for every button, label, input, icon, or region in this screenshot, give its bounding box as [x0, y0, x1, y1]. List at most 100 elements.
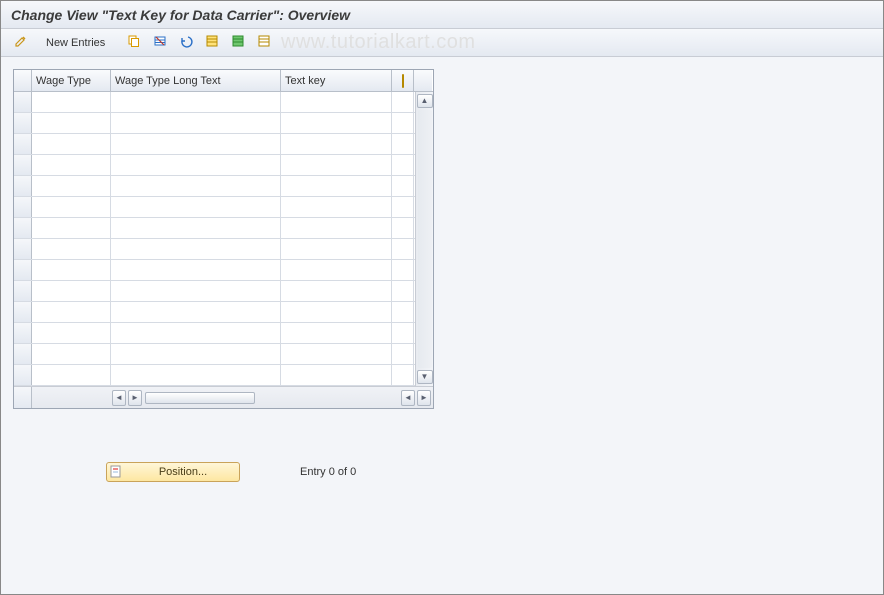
cell-wage-type-long-text[interactable] [111, 344, 281, 364]
cell-wage-type[interactable] [32, 134, 111, 154]
horizontal-scroll-thumb[interactable] [145, 392, 255, 404]
copy-icon [127, 34, 141, 51]
scroll-right2-button[interactable]: ► [417, 390, 431, 406]
scroll-up-button[interactable]: ▲ [417, 94, 433, 108]
cell-wage-type[interactable] [32, 323, 111, 343]
scroll-down-button[interactable]: ▼ [417, 370, 433, 384]
cell-text-key[interactable] [281, 134, 392, 154]
triangle-left-icon: ◄ [115, 394, 123, 402]
cell-wage-type-long-text[interactable] [111, 197, 281, 217]
cell-text-key[interactable] [281, 155, 392, 175]
table-row [14, 197, 415, 218]
table-row [14, 239, 415, 260]
row-selector-header[interactable] [14, 70, 32, 91]
cell-wage-type[interactable] [32, 302, 111, 322]
cell-wage-type[interactable] [32, 92, 111, 112]
row-selector[interactable] [14, 134, 32, 154]
scroll-right-button[interactable]: ◄ [401, 390, 415, 406]
main-toolbar: New Entries www.tutorialkart.com [1, 29, 883, 57]
cell-text-key[interactable] [281, 323, 392, 343]
triangle-left-icon: ◄ [404, 394, 412, 402]
row-selector[interactable] [14, 281, 32, 301]
cell-wage-type[interactable] [32, 197, 111, 217]
select-all-button[interactable] [202, 33, 222, 53]
table-settings-button[interactable] [392, 70, 414, 91]
page-title: Change View "Text Key for Data Carrier":… [11, 7, 350, 23]
deselect-all-button[interactable] [254, 33, 274, 53]
horizontal-scrollbar[interactable]: ◄ ► ◄ ► [32, 387, 433, 408]
cell-text-key[interactable] [281, 239, 392, 259]
cell-trailing [392, 176, 414, 196]
cell-wage-type-long-text[interactable] [111, 155, 281, 175]
cell-text-key[interactable] [281, 218, 392, 238]
cell-wage-type-long-text[interactable] [111, 260, 281, 280]
row-selector[interactable] [14, 365, 32, 385]
col-header-wage-type[interactable]: Wage Type [32, 70, 111, 91]
vertical-scroll-track[interactable] [418, 110, 432, 368]
cell-wage-type[interactable] [32, 365, 111, 385]
scroll-left2-button[interactable]: ► [128, 390, 142, 406]
row-selector[interactable] [14, 197, 32, 217]
horizontal-scrollbar-row: ◄ ► ◄ ► [14, 386, 433, 408]
cell-wage-type-long-text[interactable] [111, 281, 281, 301]
cell-text-key[interactable] [281, 281, 392, 301]
position-button[interactable]: Position... [106, 462, 240, 482]
cell-text-key[interactable] [281, 302, 392, 322]
cell-wage-type[interactable] [32, 260, 111, 280]
copy-button[interactable] [124, 33, 144, 53]
scroll-left-button[interactable]: ◄ [112, 390, 126, 406]
cell-wage-type[interactable] [32, 176, 111, 196]
row-selector[interactable] [14, 92, 32, 112]
cell-wage-type[interactable] [32, 155, 111, 175]
col-header-wage-type-long-text[interactable]: Wage Type Long Text [111, 70, 281, 91]
delete-row-button[interactable] [150, 33, 170, 53]
new-entries-button[interactable]: New Entries [37, 32, 114, 53]
toggle-display-change-button[interactable] [11, 33, 31, 53]
new-entries-label: New Entries [46, 37, 105, 49]
cell-text-key[interactable] [281, 92, 392, 112]
cell-wage-type-long-text[interactable] [111, 323, 281, 343]
cell-trailing [392, 113, 414, 133]
watermark-text: www.tutorialkart.com [281, 31, 476, 54]
cell-wage-type[interactable] [32, 113, 111, 133]
row-selector[interactable] [14, 323, 32, 343]
cell-text-key[interactable] [281, 176, 392, 196]
row-selector[interactable] [14, 113, 32, 133]
row-selector[interactable] [14, 176, 32, 196]
cell-wage-type-long-text[interactable] [111, 113, 281, 133]
cell-trailing [392, 302, 414, 322]
row-selector[interactable] [14, 260, 32, 280]
content-area: Wage Type Wage Type Long Text Text key ▲… [1, 57, 883, 594]
cell-text-key[interactable] [281, 344, 392, 364]
cell-text-key[interactable] [281, 197, 392, 217]
cell-wage-type[interactable] [32, 218, 111, 238]
position-button-label: Position... [130, 466, 236, 478]
cell-wage-type[interactable] [32, 239, 111, 259]
cell-wage-type-long-text[interactable] [111, 92, 281, 112]
cell-text-key[interactable] [281, 113, 392, 133]
row-selector[interactable] [14, 218, 32, 238]
cell-wage-type-long-text[interactable] [111, 239, 281, 259]
row-selector[interactable] [14, 302, 32, 322]
vertical-scrollbar[interactable]: ▲ ▼ [415, 92, 433, 386]
cell-text-key[interactable] [281, 260, 392, 280]
cell-wage-type-long-text[interactable] [111, 302, 281, 322]
table-settings-icon [402, 75, 404, 87]
cell-wage-type[interactable] [32, 344, 111, 364]
select-block-button[interactable] [228, 33, 248, 53]
table-row [14, 323, 415, 344]
row-selector[interactable] [14, 155, 32, 175]
col-header-text-key[interactable]: Text key [281, 70, 392, 91]
cell-wage-type-long-text[interactable] [111, 365, 281, 385]
row-selector[interactable] [14, 239, 32, 259]
cell-wage-type-long-text[interactable] [111, 134, 281, 154]
cell-text-key[interactable] [281, 365, 392, 385]
cell-wage-type-long-text[interactable] [111, 176, 281, 196]
row-selector[interactable] [14, 344, 32, 364]
cell-wage-type[interactable] [32, 281, 111, 301]
triangle-right-icon: ► [420, 394, 428, 402]
cell-trailing [392, 218, 414, 238]
select-block-icon [231, 34, 245, 51]
cell-wage-type-long-text[interactable] [111, 218, 281, 238]
undo-button[interactable] [176, 33, 196, 53]
